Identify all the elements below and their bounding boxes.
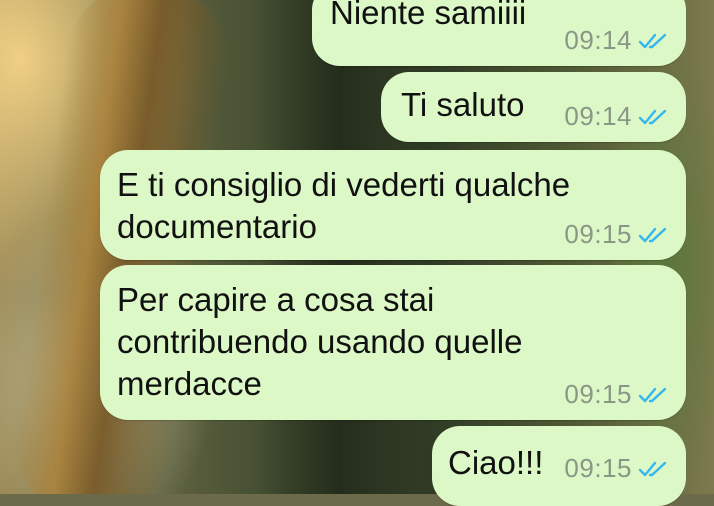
message-text: E ti consiglio di vederti qualche docume…	[117, 164, 570, 248]
message-list: Niente samiiii 09:14 Ti saluto 09:14 E t…	[0, 0, 714, 506]
message-meta: 09:14	[564, 25, 668, 56]
message-line: Ti saluto	[401, 86, 525, 123]
message-text: Ti saluto	[401, 84, 525, 126]
message-line: contribuendo usando quelle	[117, 323, 523, 360]
message-time: 09:14	[564, 25, 632, 55]
double-check-icon	[638, 109, 667, 124]
message-text: Ciao!!!	[448, 442, 543, 484]
message-meta: 09:15	[564, 219, 668, 250]
message-line: merdacce	[117, 365, 262, 402]
outgoing-message[interactable]: Ti saluto 09:14	[381, 72, 686, 142]
message-meta: 09:15	[564, 379, 668, 410]
double-check-icon	[638, 461, 667, 476]
message-text: Per capire a cosa stai contribuendo usan…	[117, 279, 523, 405]
outgoing-message[interactable]: Per capire a cosa stai contribuendo usan…	[100, 265, 686, 420]
message-time: 09:15	[564, 453, 632, 483]
outgoing-message[interactable]: Niente samiiii 09:14	[312, 0, 686, 66]
message-line: E ti consiglio di vederti qualche	[117, 166, 571, 203]
message-meta: 09:15	[564, 453, 668, 484]
message-line: Ciao!!!	[448, 444, 544, 481]
message-time: 09:14	[564, 101, 632, 131]
outgoing-message[interactable]: Ciao!!! 09:15	[432, 426, 686, 506]
message-meta: 09:14	[564, 101, 668, 132]
double-check-icon	[638, 33, 667, 48]
double-check-icon	[638, 227, 667, 242]
message-time: 09:15	[564, 219, 632, 249]
double-check-icon	[638, 387, 667, 402]
message-line: Per capire a cosa stai	[117, 281, 435, 318]
message-line: Niente samiiii	[330, 0, 527, 31]
message-text: Niente samiiii	[330, 0, 526, 34]
message-time: 09:15	[564, 379, 632, 409]
outgoing-message[interactable]: E ti consiglio di vederti qualche docume…	[100, 150, 686, 260]
message-line: documentario	[117, 208, 317, 245]
